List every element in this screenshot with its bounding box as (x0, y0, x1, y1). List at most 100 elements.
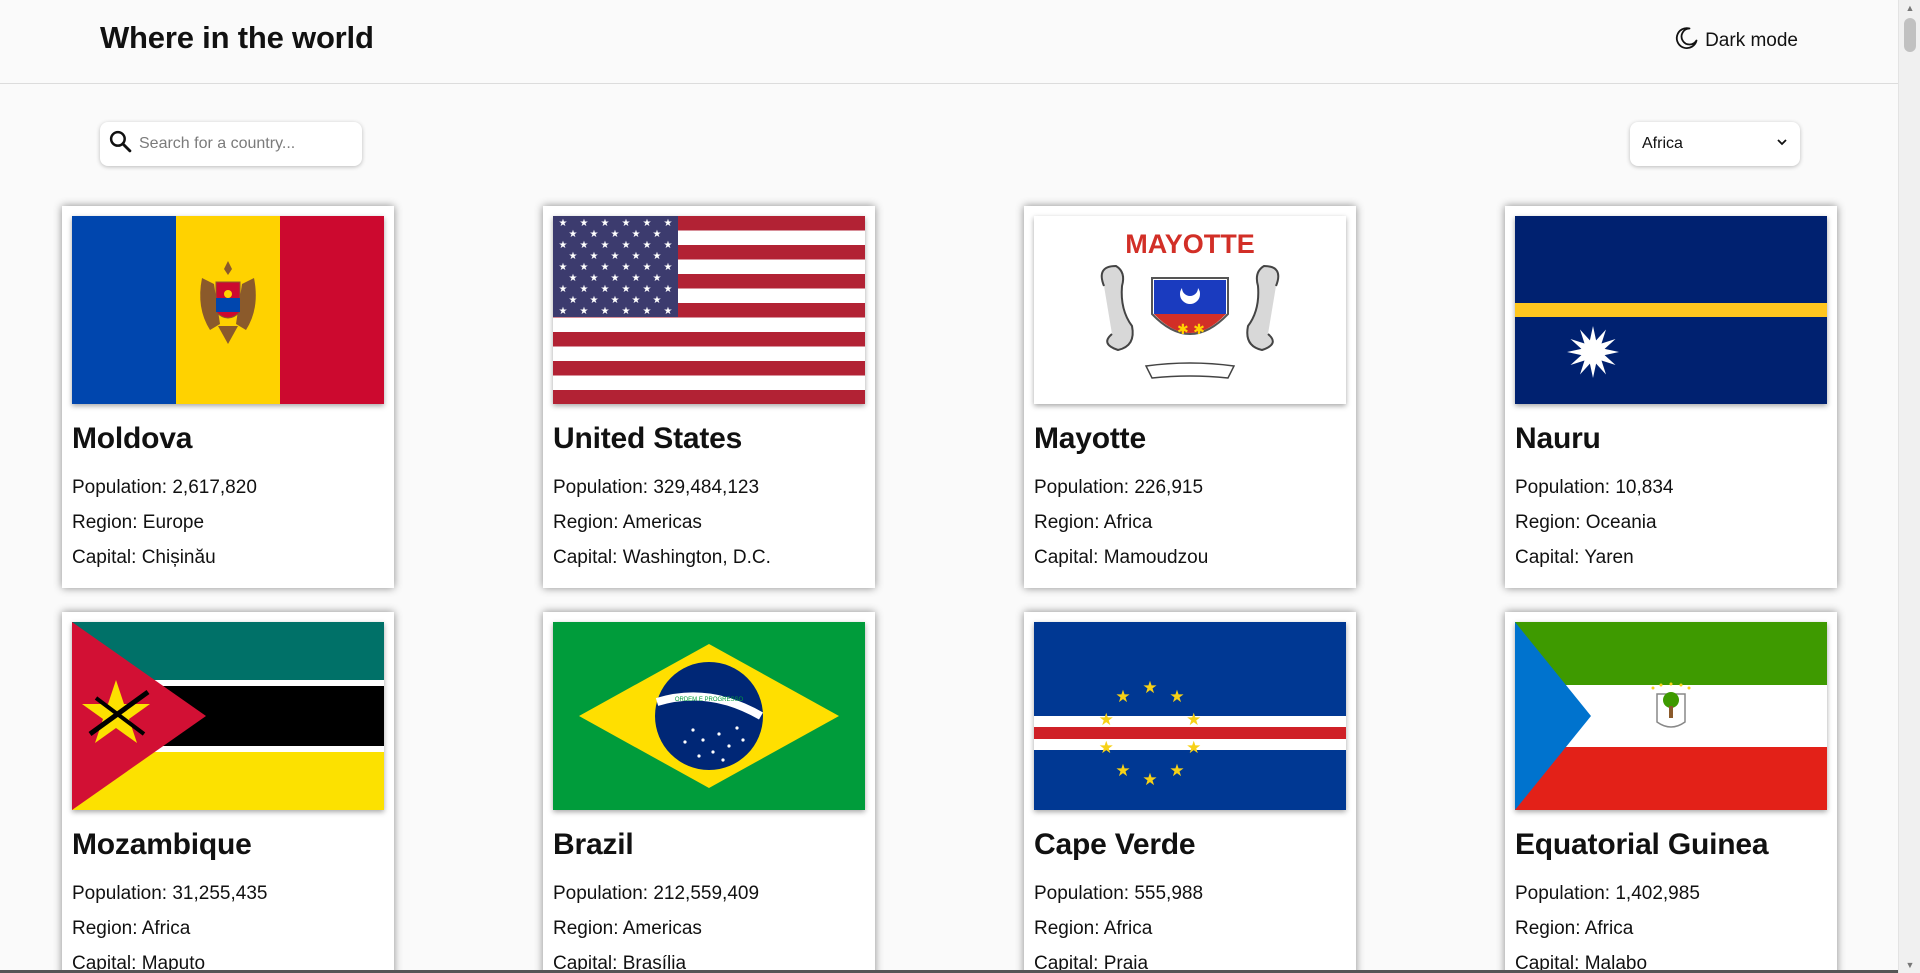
vertical-scrollbar[interactable]: ▲ ▼ (1898, 0, 1920, 973)
region-row: Region: Africa (1034, 918, 1153, 939)
svg-text:★: ★ (1099, 710, 1114, 730)
svg-text:★: ★ (590, 251, 599, 262)
svg-text:★: ★ (1186, 738, 1201, 758)
svg-text:★: ★ (622, 284, 631, 295)
region-filter-select[interactable]: Africa (1630, 122, 1800, 166)
population-value: 212,559,409 (653, 883, 760, 904)
region-row: Region: Americas (553, 512, 702, 533)
svg-text:✱ ✱: ✱ ✱ (1177, 322, 1205, 338)
svg-text:★: ★ (664, 240, 673, 251)
region-value: Africa (141, 918, 191, 939)
svg-text:★: ★ (653, 295, 662, 306)
region-row: Region: Europe (72, 512, 205, 533)
svg-text:★: ★ (622, 306, 631, 317)
svg-text:★: ★ (569, 295, 578, 306)
svg-text:★: ★ (1169, 687, 1184, 707)
capital-row: Capital: Chișinău (72, 547, 216, 568)
mozambique-flag-image (72, 622, 384, 810)
nauru-flag-image (1515, 216, 1827, 404)
svg-text:★: ★ (1169, 761, 1184, 781)
svg-text:★: ★ (643, 284, 652, 295)
capital-row: Capital: Maputo (72, 953, 206, 973)
population-row: Population: 212,559,409 (553, 883, 760, 904)
country-card[interactable]: ORDEM E PROGRESSO Brazil Population: 212… (543, 612, 875, 973)
country-card[interactable]: Nauru Population: 10,834 Region: Oceania… (1505, 206, 1837, 588)
country-card[interactable]: ★ ★ ★ ★ ★ ★ ★ ★ ★ ★ Cape Verde Population: 555,98… (1024, 612, 1356, 973)
region-value: Africa (1103, 512, 1153, 533)
svg-text:★: ★ (611, 273, 620, 284)
region-row: Region: Oceania (1515, 512, 1657, 533)
region-row: Region: Americas (553, 918, 702, 939)
country-card[interactable]: MAYOTTE ✱ ✱ Mayotte Population: 226,915 … (1024, 206, 1356, 588)
scroll-up-arrow-icon[interactable]: ▲ (1905, 4, 1915, 13)
svg-text:★: ★ (643, 306, 652, 317)
population-row: Population: 31,255,435 (72, 883, 268, 904)
svg-text:★: ★ (601, 218, 610, 229)
region-value: Americas (622, 918, 702, 939)
svg-text:★: ★ (622, 240, 631, 251)
united-states-flag-image: ★ ★ ★ ★ ★ ★ ★ ★ ★ ★ ★ ★ ★ ★ ★ ★ ★ ★ ★ ★ ★ ★ ★ ★ ★ ★ ★ ★ ★ ★ ★ ★ ★ ★ ★ ★ ★ ★ ★ ★… (553, 216, 865, 404)
region-row: Region: Africa (72, 918, 191, 939)
country-name: Mayotte (1034, 422, 1146, 455)
svg-text:★: ★ (664, 262, 673, 273)
capital-row: Capital: Yaren (1515, 547, 1634, 568)
capital-value: Washington, D.C. (622, 547, 771, 568)
svg-text:★: ★ (643, 240, 652, 251)
svg-text:★: ★ (601, 306, 610, 317)
svg-text:★: ★ (664, 218, 673, 229)
region-value: Africa (1103, 918, 1153, 939)
svg-text:★: ★ (632, 251, 641, 262)
svg-text:★: ★ (590, 229, 599, 240)
country-card[interactable]: ★ ★ ★ ★ ★ ★ ★ ★ ★ ★ ★ ★ ★ ★ ★ ★ ★ ★ ★ ★ ★ ★ ★ ★ ★ ★ ★ ★ ★ ★ ★ ★ ★ ★ ★ ★ ★ ★ ★ ★… (543, 206, 875, 588)
svg-text:★: ★ (569, 229, 578, 240)
country-name: United States (553, 422, 743, 455)
svg-text:★: ★ (1142, 770, 1157, 790)
population-value: 31,255,435 (172, 883, 268, 904)
svg-text:★: ★ (653, 273, 662, 284)
dark-mode-label: Dark mode (1705, 30, 1798, 51)
capital-value: Mamoudzou (1103, 547, 1209, 568)
country-card[interactable]: Mozambique Population: 31,255,435 Region… (62, 612, 394, 973)
svg-text:★: ★ (622, 218, 631, 229)
svg-text:★: ★ (569, 251, 578, 262)
svg-text:★: ★ (580, 218, 589, 229)
svg-text:★: ★ (611, 295, 620, 306)
svg-text:★: ★ (559, 218, 568, 229)
svg-text:★: ★ (611, 251, 620, 262)
population-value: 1,402,985 (1615, 883, 1700, 904)
svg-text:★: ★ (590, 273, 599, 284)
svg-text:★: ★ (632, 229, 641, 240)
capital-row: Capital: Praia (1034, 953, 1149, 973)
region-value: Europe (142, 512, 205, 533)
svg-text:★: ★ (559, 240, 568, 251)
scrollbar-thumb[interactable] (1904, 18, 1916, 52)
svg-text:★: ★ (1186, 710, 1201, 730)
country-card[interactable]: Moldova Population: 2,617,820 Region: Eu… (62, 206, 394, 588)
svg-text:★: ★ (601, 284, 610, 295)
country-name: Mozambique (72, 828, 252, 861)
moldova-flag-image (72, 216, 384, 404)
svg-text:★: ★ (653, 251, 662, 262)
scroll-down-arrow-icon[interactable]: ▼ (1905, 961, 1915, 970)
svg-text:★: ★ (580, 306, 589, 317)
capital-value: Yaren (1584, 547, 1634, 568)
svg-text:★: ★ (601, 240, 610, 251)
search-input[interactable] (139, 135, 349, 153)
region-value: Americas (622, 512, 702, 533)
brazil-flag-text: ORDEM E PROGRESSO (675, 697, 744, 703)
svg-text:★: ★ (664, 284, 673, 295)
mayotte-flag-image: MAYOTTE ✱ ✱ (1034, 216, 1346, 404)
capital-row: Capital: Washington, D.C. (553, 547, 771, 568)
svg-text:★: ★ (643, 218, 652, 229)
top-header: Where in the world Dark mode (0, 0, 1898, 84)
population-row: Population: 555,988 (1034, 883, 1204, 904)
capital-row: Capital: Malabo (1515, 953, 1648, 973)
country-card[interactable]: Equatorial Guinea Population: 1,402,985 … (1505, 612, 1837, 973)
moon-icon (1675, 26, 1699, 56)
svg-text:★: ★ (664, 306, 673, 317)
population-value: 226,915 (1134, 477, 1204, 498)
svg-text:★: ★ (580, 262, 589, 273)
search-box[interactable] (100, 122, 362, 166)
population-row: Population: 1,402,985 (1515, 883, 1700, 904)
dark-mode-toggle[interactable]: Dark mode (1675, 26, 1798, 56)
